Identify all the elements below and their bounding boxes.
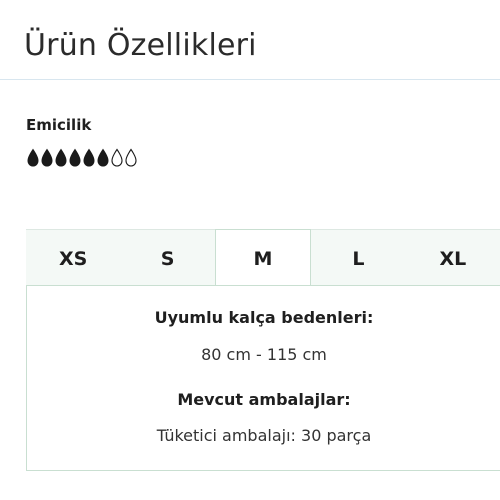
product-features-page: Ürün Özellikleri Emicilik XS S M L XL Uy… xyxy=(0,0,500,500)
size-tabs: XS S M L XL xyxy=(26,229,500,287)
tab-size-l[interactable]: L xyxy=(311,230,405,287)
tab-size-m[interactable]: M xyxy=(214,229,312,287)
tab-size-xs[interactable]: XS xyxy=(26,230,120,287)
hip-sizes-value: 80 cm - 115 cm xyxy=(201,345,327,364)
size-panel: XS S M L XL Uyumlu kalça bedenleri: 80 c… xyxy=(26,229,500,471)
tab-size-xl[interactable]: XL xyxy=(406,230,500,287)
water-drop-filled-icon xyxy=(69,148,81,167)
packages-value: Tüketici ambalajı: 30 parça xyxy=(156,426,372,445)
water-drop-empty-icon xyxy=(111,148,123,167)
tab-size-s[interactable]: S xyxy=(120,230,214,287)
page-title: Ürün Özellikleri xyxy=(24,28,257,63)
water-drop-empty-icon xyxy=(125,148,137,167)
size-tab-content: Uyumlu kalça bedenleri: 80 cm - 115 cm M… xyxy=(26,285,500,471)
title-divider xyxy=(0,79,500,80)
absorbency-label: Emicilik xyxy=(26,116,92,134)
hip-sizes-heading: Uyumlu kalça bedenleri: xyxy=(154,308,374,327)
water-drop-filled-icon xyxy=(55,148,67,167)
water-drop-filled-icon xyxy=(83,148,95,167)
water-drop-filled-icon xyxy=(97,148,109,167)
packages-heading: Mevcut ambalajlar: xyxy=(177,390,351,409)
water-drop-filled-icon xyxy=(41,148,53,167)
absorbency-rating xyxy=(26,148,138,168)
water-drop-filled-icon xyxy=(27,148,39,167)
